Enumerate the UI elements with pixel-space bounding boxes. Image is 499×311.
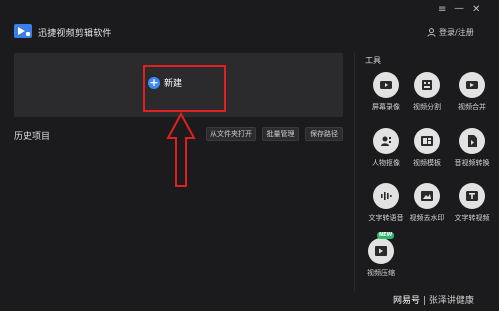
tool-label: 视频压缩 <box>367 269 395 277</box>
watermark-separator: | <box>422 296 426 306</box>
panel-divider <box>354 52 355 292</box>
new-project-button[interactable]: + 新建 <box>148 76 182 89</box>
new-project-label: 新建 <box>164 79 183 89</box>
app-logo-icon <box>14 24 32 38</box>
tool-text-to-video[interactable]: 文字转视频 <box>448 183 496 227</box>
up-arrow-annotation <box>166 112 196 187</box>
text-to-speech-icon <box>373 183 399 209</box>
watermark-logo: 网易号 <box>393 296 421 306</box>
new-badge: NEW <box>377 232 395 239</box>
person-cutout-icon <box>373 128 399 154</box>
plus-icon: + <box>148 75 160 89</box>
tool-video-compress[interactable]: NEW 视频压缩 <box>357 232 405 282</box>
batch-manage-button[interactable]: 批量管理 <box>262 127 299 141</box>
remove-watermark-icon <box>414 183 440 209</box>
tool-label: 视频模板 <box>413 159 441 167</box>
minimize-icon[interactable]: — <box>454 3 464 15</box>
open-folder-button[interactable]: 从文件夹打开 <box>206 127 256 141</box>
compress-icon <box>368 238 394 264</box>
menu-icon[interactable]: ≡ <box>438 4 446 16</box>
convert-icon <box>459 128 485 154</box>
tool-label: 视频分割 <box>413 103 441 111</box>
watermark: 网易号 | 张泽讲健康 <box>393 293 474 306</box>
camera-icon <box>373 72 399 98</box>
watermark-author: 张泽讲健康 <box>428 296 474 306</box>
tools-title: 工具 <box>365 56 381 65</box>
save-path-button[interactable]: 保存路径 <box>305 127 343 141</box>
app-title: 迅捷视频剪辑软件 <box>38 29 112 39</box>
close-icon[interactable]: ✕ <box>472 4 480 16</box>
template-icon <box>414 128 440 154</box>
tool-label: 视频合并 <box>458 103 486 111</box>
history-title: 历史项目 <box>14 132 51 142</box>
user-icon <box>427 28 436 37</box>
tool-remove-watermark[interactable]: 视频去水印 <box>403 183 451 227</box>
text-to-video-icon <box>459 183 485 209</box>
tool-video-merge[interactable]: 视频合并 <box>448 72 496 116</box>
video-merge-icon <box>459 72 485 98</box>
tool-label: 视频去水印 <box>409 214 445 222</box>
login-button[interactable]: 登录/注册 <box>427 27 474 38</box>
tool-label: 音视频转换 <box>454 159 490 167</box>
film-split-icon <box>414 72 440 98</box>
login-label: 登录/注册 <box>439 28 474 37</box>
tool-label: 文字转视频 <box>454 214 490 222</box>
title-bar: 迅捷视频剪辑软件 ≡ — ✕ 登录/注册 <box>0 0 499 48</box>
tool-video-split[interactable]: 视频分割 <box>403 72 451 116</box>
tool-av-convert[interactable]: 音视频转换 <box>448 128 496 172</box>
tool-video-template[interactable]: 视频模板 <box>403 128 451 172</box>
